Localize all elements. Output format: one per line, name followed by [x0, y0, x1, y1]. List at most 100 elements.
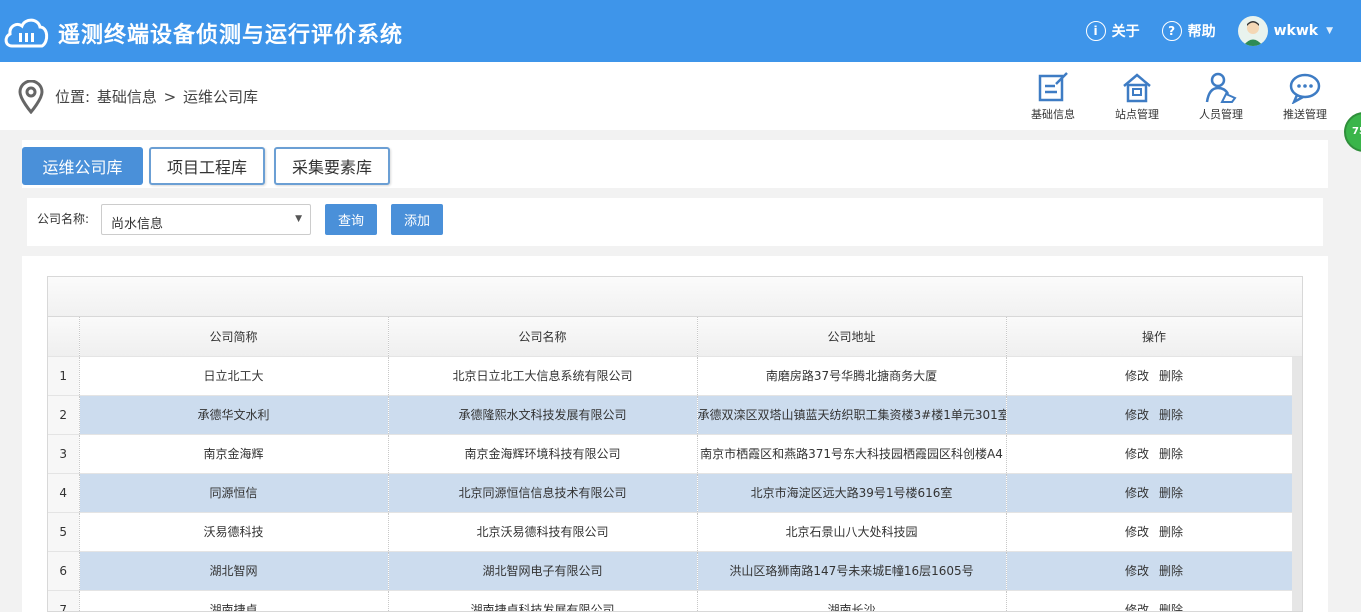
company-short-cell: 沃易德科技 — [79, 512, 389, 552]
query-button[interactable]: 查询 — [325, 204, 377, 235]
delete-link[interactable]: 删除 — [1159, 369, 1183, 383]
user-avatar-icon — [1242, 21, 1263, 46]
company-name-cell: 北京同源恒信信息技术有限公司 — [388, 473, 698, 513]
breadcrumb-label: 位置: — [55, 88, 91, 106]
actions-cell: 修改 删除 — [1006, 434, 1302, 474]
company-name-cell: 湖北智网电子有限公司 — [388, 551, 698, 591]
breadcrumb-item-company: 运维公司库 — [183, 88, 259, 106]
location-pin-icon — [18, 80, 44, 114]
edit-link[interactable]: 修改 — [1125, 486, 1149, 500]
edit-link[interactable]: 修改 — [1125, 408, 1149, 422]
company-name-cell: 北京日立北工大信息系统有限公司 — [388, 356, 698, 396]
actions-cell: 修改 删除 — [1006, 356, 1302, 396]
app-header: 遥测终端设备侦测与运行评价系统 i 关于 ? 帮助 wkwk ▼ — [0, 0, 1361, 62]
row-number: 1 — [48, 356, 80, 396]
nav-label: 推送管理 — [1283, 108, 1327, 121]
table-row[interactable]: 4 同源恒信 北京同源恒信信息技术有限公司 北京市海淀区远大路39号1号楼616室 修改… — [48, 473, 1302, 513]
row-number: 3 — [48, 434, 80, 474]
nav-basic-info[interactable]: 基础信息 — [1023, 72, 1083, 122]
company-short-cell: 同源恒信 — [79, 473, 389, 513]
delete-link[interactable]: 删除 — [1159, 486, 1183, 500]
nav-label: 人员管理 — [1199, 108, 1243, 121]
company-name-cell: 北京沃易德科技有限公司 — [388, 512, 698, 552]
app-title: 遥测终端设备侦测与运行评价系统 — [58, 22, 404, 48]
cloud-logo-icon — [4, 18, 49, 48]
people-icon — [1205, 72, 1237, 103]
company-name-cell: 承德隆熙水文科技发展有限公司 — [388, 395, 698, 435]
edit-link[interactable]: 修改 — [1125, 447, 1149, 461]
add-button[interactable]: 添加 — [391, 204, 443, 235]
table-header-row: 公司简称 公司名称 公司地址 操作 — [48, 317, 1302, 357]
avatar[interactable] — [1237, 16, 1268, 46]
nav-label: 基础信息 — [1031, 108, 1075, 121]
dropdown-arrow-icon[interactable]: ▼ — [295, 214, 302, 224]
table-row[interactable]: 7 湖南捷卓 湖南捷卓科技发展有限公司 湖南长沙 修改 删除 — [48, 590, 1302, 611]
actions-cell: 修改 删除 — [1006, 473, 1302, 513]
grid-panel: 公司简称 公司名称 公司地址 操作 1 日立北工大 北京日立北工大信息系统有限公司南… — [22, 256, 1328, 612]
chat-icon — [1289, 73, 1321, 104]
chevron-down-icon[interactable]: ▼ — [1326, 26, 1333, 36]
company-short-cell: 湖南捷卓 — [79, 590, 389, 611]
table-row[interactable]: 3 南京金海辉 南京金海辉环境科技有限公司 南京市栖霞区和燕路371号东大科技园栖霞园… — [48, 434, 1302, 474]
table-row[interactable]: 2 承德华文水利 承德隆熙水文科技发展有限公司 承德双滦区双塔山镇蓝天纺织职工集资楼3… — [48, 395, 1302, 435]
company-address-cell: 南京市栖霞区和燕路371号东大科技园栖霞园区科创楼A4 — [697, 434, 1007, 474]
delete-link[interactable]: 删除 — [1159, 408, 1183, 422]
username[interactable]: wkwk — [1274, 23, 1319, 39]
company-address-cell: 湖南长沙 — [697, 590, 1007, 611]
home-icon — [1123, 73, 1151, 103]
table-row[interactable]: 1 日立北工大 北京日立北工大信息系统有限公司 南磨房路37号华腾北搪商务大厦 修改 删除 — [48, 356, 1302, 396]
delete-link[interactable]: 删除 — [1159, 447, 1183, 461]
vertical-scrollbar[interactable] — [1292, 357, 1302, 611]
nav-label: 站点管理 — [1115, 108, 1159, 121]
help-icon[interactable]: ? — [1161, 21, 1182, 41]
column-header[interactable]: 公司地址 — [697, 317, 1007, 357]
selected-value: 尚水信息 — [111, 217, 164, 232]
delete-link[interactable]: 删除 — [1159, 603, 1183, 611]
table-row[interactable]: 6 湖北智网 湖北智网电子有限公司 洪山区珞狮南路147号未来城E幢16层1605号修… — [48, 551, 1302, 591]
company-table: 公司简称 公司名称 公司地址 操作 1 日立北工大 北京日立北工大信息系统有限公司南… — [47, 276, 1303, 612]
location-bar: 位置: 基础信息 > 运维公司库 基础信息 站点管理 人员管理 推送管理 — [0, 62, 1361, 130]
company-short-cell: 南京金海辉 — [79, 434, 389, 474]
row-number: 5 — [48, 512, 80, 552]
company-address-cell: 北京石景山八大处科技园 — [697, 512, 1007, 552]
breadcrumb-separator: > — [163, 88, 177, 106]
edit-link[interactable]: 修改 — [1125, 564, 1149, 578]
tab-collection-element[interactable]: 采集要素库 — [274, 147, 390, 185]
company-address-cell: 南磨房路37号华腾北搪商务大厦 — [697, 356, 1007, 396]
breadcrumb: 位置: 基础信息 > 运维公司库 — [55, 86, 260, 107]
edit-link[interactable]: 修改 — [1125, 369, 1149, 383]
nav-site-management[interactable]: 站点管理 — [1107, 72, 1167, 122]
tab-bar: 运维公司库 项目工程库 采集要素库 — [22, 140, 1328, 188]
breadcrumb-item-basic-info[interactable]: 基础信息 — [97, 88, 157, 106]
about-link[interactable]: 关于 — [1112, 21, 1140, 41]
nav-push-management[interactable]: 推送管理 — [1275, 72, 1335, 122]
actions-cell: 修改 删除 — [1006, 551, 1302, 591]
edit-doc-icon — [1038, 72, 1068, 102]
tab-project[interactable]: 项目工程库 — [149, 147, 265, 185]
actions-cell: 修改 删除 — [1006, 512, 1302, 552]
row-number: 2 — [48, 395, 80, 435]
company-short-cell: 承德华文水利 — [79, 395, 389, 435]
tab-company[interactable]: 运维公司库 — [22, 147, 143, 185]
table-row[interactable]: 5 沃易德科技 北京沃易德科技有限公司 北京石景山八大处科技园 修改 删除 — [48, 512, 1302, 552]
info-icon[interactable]: i — [1085, 21, 1106, 41]
row-number: 6 — [48, 551, 80, 591]
company-name-select[interactable]: 尚水信息 ▼ — [101, 204, 311, 235]
company-address-cell: 北京市海淀区远大路39号1号楼616室 — [697, 473, 1007, 513]
help-link[interactable]: 帮助 — [1188, 21, 1216, 41]
edit-link[interactable]: 修改 — [1125, 603, 1149, 611]
company-short-cell: 湖北智网 — [79, 551, 389, 591]
row-number-header — [48, 317, 80, 357]
company-name-cell: 南京金海辉环境科技有限公司 — [388, 434, 698, 474]
row-number: 4 — [48, 473, 80, 513]
actions-cell: 修改 删除 — [1006, 395, 1302, 435]
column-header[interactable]: 公司名称 — [388, 317, 698, 357]
column-header[interactable]: 公司简称 — [79, 317, 389, 357]
nav-people-management[interactable]: 人员管理 — [1191, 72, 1251, 122]
delete-link[interactable]: 删除 — [1159, 525, 1183, 539]
row-number: 7 — [48, 590, 80, 611]
edit-link[interactable]: 修改 — [1125, 525, 1149, 539]
actions-cell: 修改 删除 — [1006, 590, 1302, 611]
delete-link[interactable]: 删除 — [1159, 564, 1183, 578]
company-name-label: 公司名称: — [37, 212, 90, 226]
